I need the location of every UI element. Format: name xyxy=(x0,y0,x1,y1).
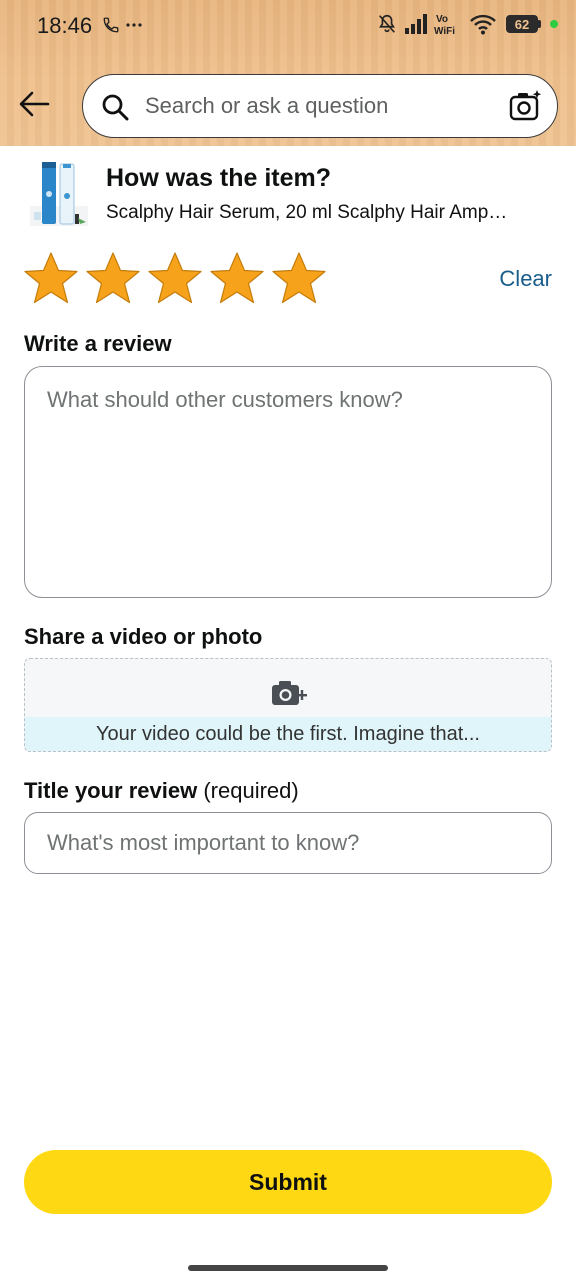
mute-icon xyxy=(379,14,395,33)
write-review-label: Write a review xyxy=(24,331,172,356)
review-textarea[interactable] xyxy=(47,387,527,577)
required-indicator: (required) xyxy=(203,778,299,803)
star-icon[interactable] xyxy=(208,250,266,308)
svg-text:WiFi: WiFi xyxy=(434,26,455,36)
status-time: 18:46 xyxy=(37,13,93,38)
media-upload-caption: Your video could be the first. Imagine t… xyxy=(25,717,551,751)
title-review-label-text: Title your review xyxy=(24,778,198,803)
camera-add-icon[interactable] xyxy=(271,679,307,709)
home-indicator[interactable] xyxy=(188,1265,388,1271)
search-bar[interactable] xyxy=(82,74,558,138)
star-icon[interactable] xyxy=(22,250,80,308)
back-arrow-icon xyxy=(19,91,50,117)
star-icon[interactable] xyxy=(146,250,204,308)
phone-icon xyxy=(103,17,119,33)
status-bar: 18:46 Vo WiFi 62 xyxy=(0,0,576,56)
product-image xyxy=(30,162,88,226)
privacy-indicator xyxy=(550,20,558,28)
product-name: Scalphy Hair Serum, 20 ml Scalphy Hair A… xyxy=(106,202,508,223)
signal-icon xyxy=(405,14,427,34)
title-review-label: Title your review (required) xyxy=(24,778,299,804)
back-button[interactable] xyxy=(14,86,54,122)
svg-text:Vo: Vo xyxy=(436,14,448,25)
submit-button[interactable]: Submit xyxy=(24,1150,552,1214)
star-icon[interactable] xyxy=(270,250,328,308)
review-title-input[interactable] xyxy=(47,813,527,873)
search-icon xyxy=(102,94,129,121)
clear-rating-link[interactable]: Clear xyxy=(499,266,552,292)
share-media-label: Share a video or photo xyxy=(24,624,263,649)
star-icon[interactable] xyxy=(84,250,142,308)
star-rating[interactable] xyxy=(22,250,328,308)
wifi-icon xyxy=(470,14,496,35)
search-input[interactable] xyxy=(145,75,485,137)
media-upload-area[interactable]: Your video could be the first. Imagine t… xyxy=(24,658,552,752)
title-box[interactable] xyxy=(24,812,552,874)
rating-question: How was the item? xyxy=(106,164,332,192)
review-box[interactable] xyxy=(24,366,552,598)
camera-search-icon[interactable] xyxy=(509,89,543,123)
battery-icon: 62 xyxy=(506,15,541,33)
more-icon xyxy=(126,23,143,27)
vowifi-icon: VoWiFi xyxy=(434,14,455,36)
